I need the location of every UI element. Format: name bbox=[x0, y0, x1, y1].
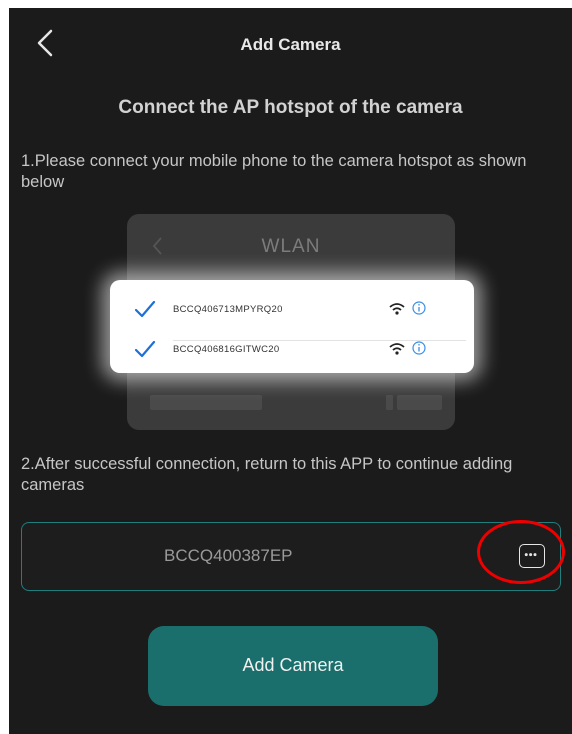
page-title: Add Camera bbox=[240, 35, 341, 54]
checkmark-icon bbox=[134, 300, 156, 318]
checkmark-icon bbox=[134, 340, 156, 358]
wifi-ssid: BCCQ406816GITWC20 bbox=[173, 344, 280, 355]
illustration-title: WLAN bbox=[261, 236, 321, 257]
illustration-bar bbox=[397, 395, 442, 410]
section-heading: Connect the AP hotspot of the camera bbox=[118, 97, 463, 118]
wifi-signal-icon bbox=[389, 303, 405, 315]
add-camera-button-label: Add Camera bbox=[242, 655, 344, 675]
instruction-step-1: 1.Please connect your mobile phone to th… bbox=[21, 152, 527, 191]
wifi-list-card: BCCQ406713MPYRQ20 BCCQ406816GITWC20 bbox=[110, 280, 474, 373]
wifi-signal-icon bbox=[389, 343, 405, 355]
device-id-value: BCCQ400387EP bbox=[164, 546, 293, 565]
wifi-ssid: BCCQ406713MPYRQ20 bbox=[173, 304, 283, 315]
illustration-bar bbox=[150, 395, 262, 410]
info-icon bbox=[412, 301, 426, 315]
wifi-list-item: BCCQ406713MPYRQ20 bbox=[110, 293, 474, 341]
wifi-list-item: BCCQ406816GITWC20 bbox=[110, 333, 474, 367]
info-icon bbox=[412, 341, 426, 355]
app-screen: Add Camera Connect the AP hotspot of the… bbox=[9, 8, 572, 734]
instruction-step-2: 2.After successful connection, return to… bbox=[21, 455, 513, 494]
illustration-bar bbox=[386, 395, 393, 410]
highlight-annotation bbox=[477, 520, 565, 584]
add-camera-button[interactable]: Add Camera bbox=[148, 626, 438, 706]
